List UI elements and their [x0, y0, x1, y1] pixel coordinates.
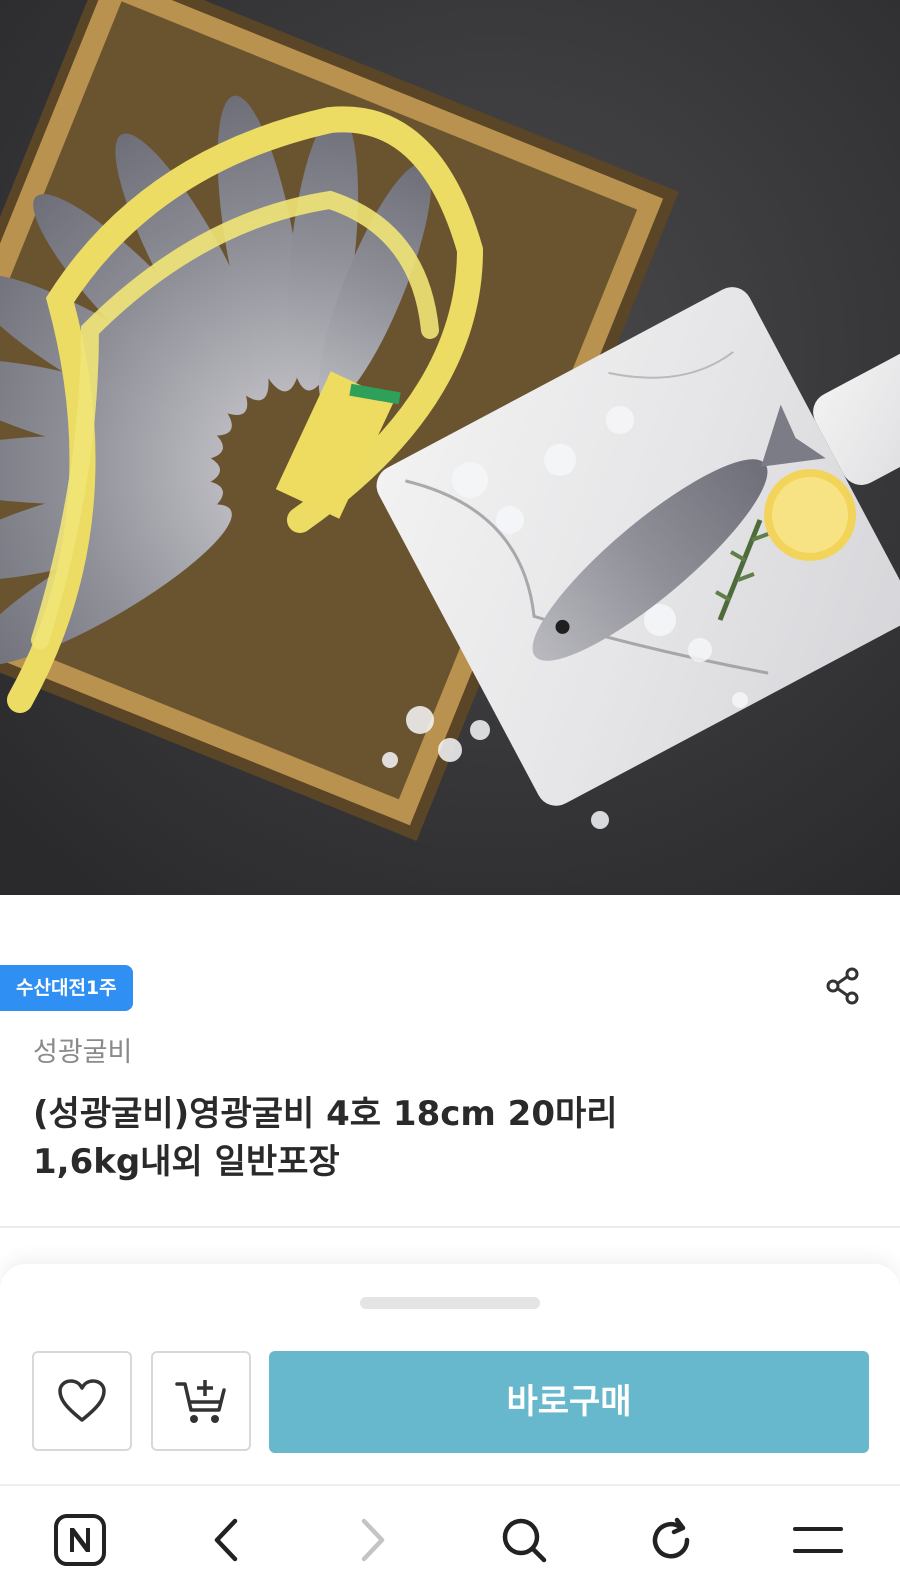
browser-toolbar	[0, 1484, 900, 1593]
like-button[interactable]	[32, 1351, 132, 1451]
section-divider	[0, 1226, 900, 1228]
product-title: (성광굴비)영광굴비 4호 18cm 20마리 1,6kg내외 일반포장	[33, 1090, 833, 1186]
add-to-cart-button[interactable]	[151, 1351, 251, 1451]
reload-icon	[652, 1517, 690, 1559]
buy-now-button[interactable]: 바로구매	[269, 1351, 869, 1453]
sheet-drag-handle[interactable]	[360, 1297, 540, 1309]
naver-home-button[interactable]	[50, 1512, 110, 1568]
reload-button[interactable]	[641, 1512, 701, 1568]
heart-icon	[58, 1379, 106, 1422]
share-icon	[826, 967, 859, 1005]
brand-name[interactable]: 성광굴비	[33, 1030, 132, 1069]
cart-add-icon	[175, 1380, 226, 1423]
search-button[interactable]	[494, 1512, 554, 1568]
product-title-line2: 1,6kg내외 일반포장	[33, 1142, 340, 1182]
search-icon	[502, 1518, 547, 1563]
forward-icon	[361, 1518, 385, 1562]
share-button[interactable]	[824, 966, 864, 1006]
back-icon	[214, 1518, 238, 1562]
back-button[interactable]	[196, 1512, 256, 1568]
forward-button[interactable]	[343, 1512, 403, 1568]
menu-button[interactable]	[788, 1512, 848, 1568]
product-title-line1: (성광굴비)영광굴비 4호 18cm 20마리	[33, 1094, 618, 1134]
menu-icon	[793, 1527, 843, 1553]
product-photo	[0, 0, 900, 895]
promo-badge: 수산대전1주	[0, 965, 133, 1011]
naver-home-icon	[54, 1514, 106, 1566]
